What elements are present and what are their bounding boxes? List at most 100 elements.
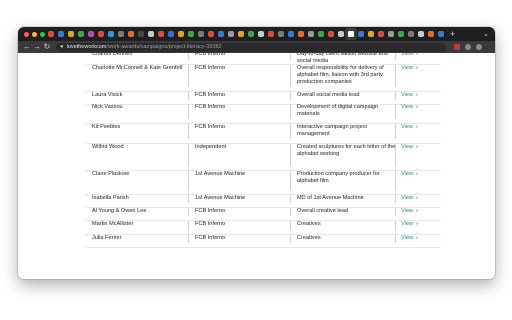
url-host: lovetheworkcom [66,43,107,50]
forward-arrow-icon[interactable]: → [32,41,42,53]
tab-favicon-icon[interactable] [178,31,184,37]
column-divider [188,92,189,100]
tab-favicon-icon[interactable] [358,31,364,37]
column-divider [395,124,396,139]
view-link[interactable]: View › [401,208,418,215]
tab-favicon-icon[interactable] [218,31,224,37]
column-divider [395,65,396,87]
view-link-label: View [401,195,414,201]
close-window-button[interactable] [24,31,29,37]
tab-favicon-icon[interactable] [158,31,164,37]
tab-favicon-icon[interactable] [198,31,204,37]
active-tab[interactable] [348,31,354,37]
tab-favicon-icon[interactable] [338,31,344,37]
chevron-right-icon: › [416,235,418,241]
page-content: Charles Dennen FCB Inferno Day-to-day clie… [18,53,495,279]
tab-favicon-icon[interactable] [228,31,234,37]
view-link[interactable]: View › [401,195,418,202]
tab-favicon-icon[interactable] [78,31,84,37]
tab-favicon-icon[interactable] [128,31,134,37]
address-bar[interactable]: ● lovetheworkcom/work-awards/campaigns/p… [56,42,446,52]
tab-favicon-icon[interactable] [388,31,394,37]
new-tab-button[interactable]: + [450,29,455,39]
tab-favicon-icon[interactable] [408,31,414,37]
role-description: Production company producer for alphabet… [297,171,380,184]
minimize-window-button[interactable] [32,31,37,37]
tab-favicon-icon[interactable] [298,31,304,37]
view-link-label: View [401,235,414,241]
view-link[interactable]: View › [401,144,418,151]
chevron-right-icon: › [416,92,418,98]
tab-favicon-icon[interactable] [108,31,114,37]
tab-favicon-icon[interactable] [428,31,434,37]
url-path: /work-awards/campaigns/project-literacy-… [106,43,222,50]
tab-favicon-icon[interactable] [398,31,404,37]
column-divider [188,144,189,166]
tab-favicon-icon[interactable] [278,31,284,37]
menu-icon[interactable] [476,44,482,50]
column-divider [290,144,291,166]
tab-favicon-icon[interactable] [248,31,254,37]
reload-icon[interactable]: ↻ [42,41,52,53]
view-link[interactable]: View › [401,65,418,72]
tab-favicon-icon[interactable] [418,31,424,37]
chevron-right-icon: › [416,144,418,150]
view-link[interactable]: View › [401,124,418,131]
tab-favicon-icon[interactable] [368,31,374,37]
view-link[interactable]: View › [401,171,418,178]
column-divider [290,208,291,216]
column-divider [188,65,189,87]
tab-favicon-icon[interactable] [168,31,174,37]
column-divider [188,171,189,190]
company-name: FCB Inferno [195,53,226,57]
tab-favicon-icon[interactable] [188,31,194,37]
column-divider [290,195,291,203]
tab-favicon-icon[interactable] [148,31,154,37]
tab-favicon-icon[interactable] [258,31,264,37]
view-link[interactable]: View › [401,92,418,99]
tab-favicon-icon[interactable] [138,31,144,37]
tab-favicon-icon[interactable] [58,31,64,37]
view-link[interactable]: View › [401,221,418,228]
tab-favicon-icon[interactable] [318,31,324,37]
view-link[interactable]: View › [401,104,418,111]
back-arrow-icon[interactable]: ← [22,41,32,53]
view-link-label: View [401,53,414,57]
extension-icon[interactable] [454,44,460,50]
column-divider [188,104,189,119]
tab-favicon-icon[interactable] [118,31,124,37]
view-link-label: View [401,171,414,177]
tab-favicon-icon[interactable] [288,31,294,37]
column-divider [395,92,396,100]
chevron-right-icon: › [416,124,418,130]
chevron-right-icon: › [416,53,418,57]
tab-favicon-icon[interactable] [268,31,274,37]
column-divider [290,53,291,60]
tab-favicon-icon[interactable] [308,31,314,37]
tab-favicon-icon[interactable] [208,31,214,37]
view-link-label: View [401,104,414,110]
profile-avatar-icon[interactable] [465,44,471,50]
column-divider [188,208,189,216]
tab-favicon-icon[interactable] [238,31,244,37]
company-name: FCB Inferno [195,92,226,98]
person-name: Julia Ferrier [92,235,122,241]
tab-favicon-icon[interactable] [328,31,334,37]
tab-favicon-icon[interactable] [48,31,54,37]
table-row: Julia Ferrier FCB Inferno Creatives View › [85,235,441,248]
zoom-window-button[interactable] [40,31,45,37]
tab-favicon-icon[interactable] [438,31,444,37]
tab-favicon-icon[interactable] [68,31,74,37]
company-name: 1st Avenue Machine [195,195,246,201]
table-row: Wilfrid Wood Independent Created sculpture… [85,144,441,171]
view-link[interactable]: View › [401,235,418,242]
browser-toolbar: ← → ↻ ● lovetheworkcom/work-awards/campa… [18,41,495,53]
column-divider [290,124,291,139]
tab-favicon-icon[interactable] [98,31,104,37]
tab-search-chevron-icon[interactable]: ⌄ [483,30,489,38]
tab-favicon-icon[interactable] [378,31,384,37]
tab-favicon-icon[interactable] [88,31,94,37]
view-link[interactable]: View › [401,53,418,58]
role-description: Overall responsibility for delivery of a… [297,65,384,85]
chevron-right-icon: › [416,221,418,227]
